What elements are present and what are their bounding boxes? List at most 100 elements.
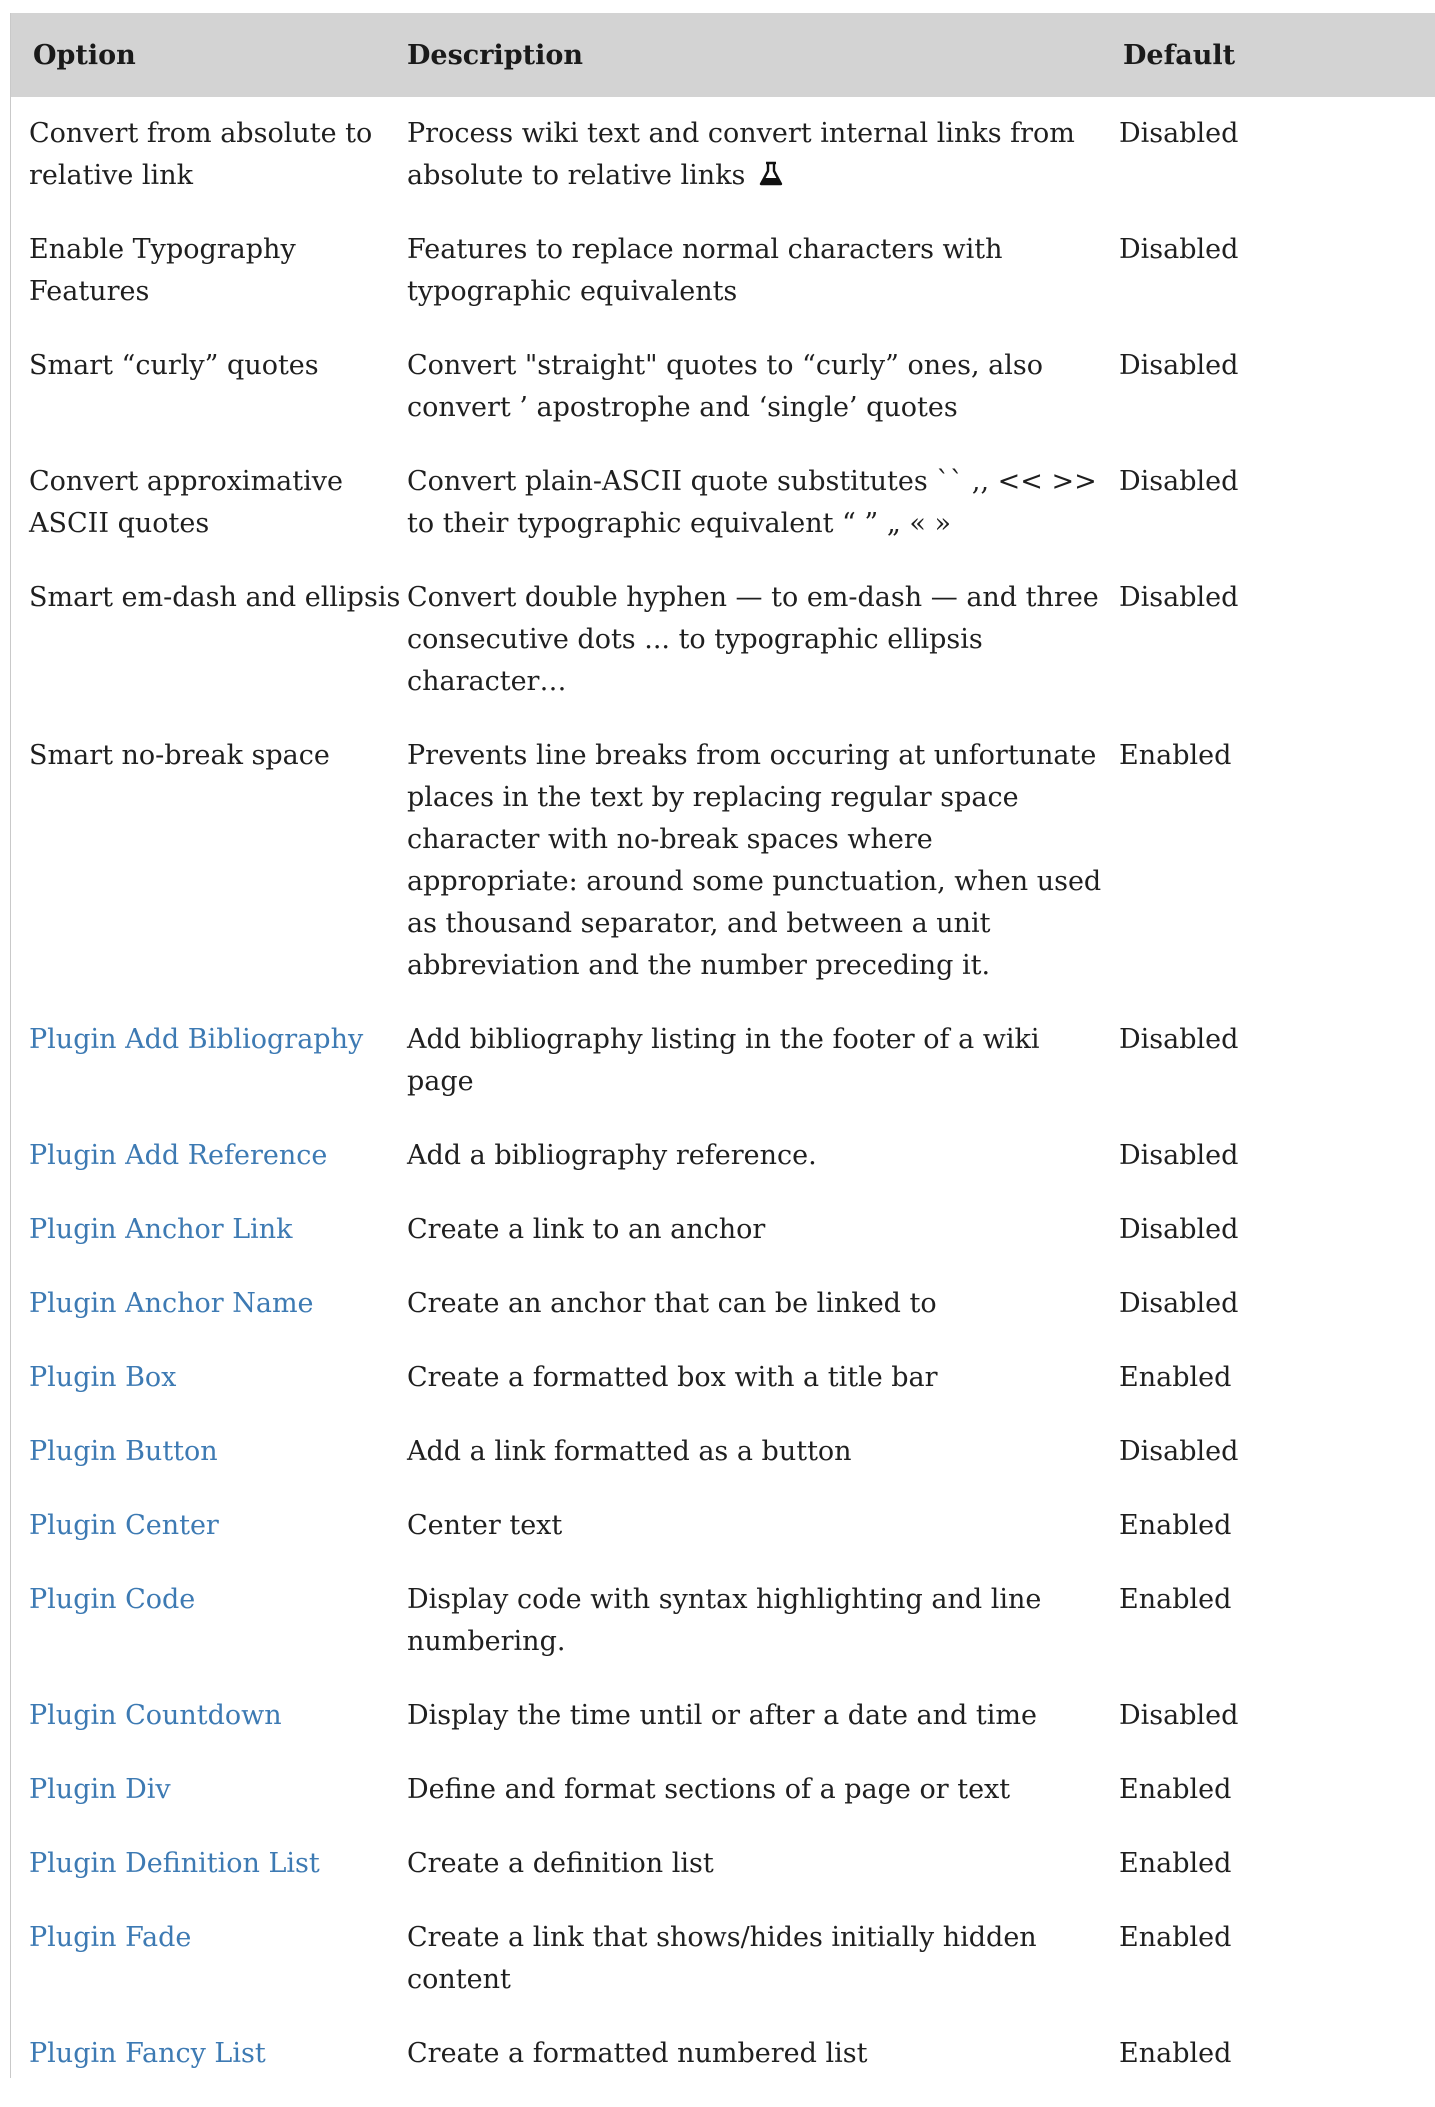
- option-description: Process wiki text and convert internal l…: [407, 118, 1075, 191]
- table-row: Plugin Add Reference Add a bibliography r…: [11, 1135, 1435, 1209]
- description-cell: Add a bibliography reference.: [407, 1135, 1119, 1209]
- table-row: Plugin Div Define and format sections of …: [11, 1769, 1435, 1843]
- default-cell: Enabled: [1119, 735, 1435, 1019]
- option-name: Enable Typography Features: [29, 234, 296, 307]
- features-table: Option Description Default Convert from …: [11, 13, 1435, 2107]
- default-cell: Disabled: [1119, 1135, 1435, 1209]
- default-cell: Enabled: [1119, 1769, 1435, 1843]
- description-cell: Create an anchor that can be linked to: [407, 1283, 1119, 1357]
- option-link[interactable]: Plugin Anchor Link: [29, 1214, 293, 1245]
- description-cell: Add a link formatted as a button: [407, 1431, 1119, 1505]
- option-cell: Plugin Add Bibliography: [11, 1019, 407, 1135]
- description-cell: Center text: [407, 1505, 1119, 1579]
- option-cell: Plugin Box: [11, 1357, 407, 1431]
- option-link[interactable]: Plugin Code: [29, 1584, 195, 1615]
- table-row: Plugin Center Center text Enabled: [11, 1505, 1435, 1579]
- option-description: Add a bibliography reference.: [407, 1140, 817, 1171]
- option-name: Convert from absolute to relative link: [29, 118, 373, 191]
- description-cell: Convert double hyphen — to em-dash — and…: [407, 577, 1119, 735]
- default-cell: Disabled: [1119, 1019, 1435, 1135]
- option-description: Create a formatted box with a title bar: [407, 1362, 938, 1393]
- table-row: Plugin Definition List Create a definitio…: [11, 1843, 1435, 1917]
- table-row: Smart “curly” quotes Convert "straight" q…: [11, 345, 1435, 461]
- default-cell: Disabled: [1119, 229, 1435, 345]
- default-value: Disabled: [1119, 234, 1239, 265]
- table-row: Plugin Fade Create a link that shows/hide…: [11, 1917, 1435, 2033]
- default-cell: Disabled: [1119, 577, 1435, 735]
- option-description: Prevents line breaks from occuring at un…: [407, 740, 1102, 981]
- option-link[interactable]: Plugin Add Reference: [29, 1140, 327, 1171]
- default-cell: Disabled: [1119, 97, 1435, 229]
- option-cell: Plugin Add Reference: [11, 1135, 407, 1209]
- description-cell: Add bibliography listing in the footer o…: [407, 1019, 1119, 1135]
- default-value: Disabled: [1119, 1700, 1239, 1731]
- default-value: Disabled: [1119, 1140, 1239, 1171]
- default-cell: Enabled: [1119, 1843, 1435, 1917]
- default-value: Disabled: [1119, 1214, 1239, 1245]
- option-cell: Plugin Definition List: [11, 1843, 407, 1917]
- default-value: Disabled: [1119, 350, 1239, 381]
- option-link[interactable]: Plugin Center: [29, 1510, 219, 1541]
- option-description: Create a definition list: [407, 1848, 714, 1879]
- option-description: Create an anchor that can be linked to: [407, 1288, 937, 1319]
- option-description: Create a formatted numbered list: [407, 2038, 868, 2069]
- description-cell: Display code with syntax highlighting an…: [407, 1579, 1119, 1695]
- option-cell: Convert from absolute to relative link: [11, 97, 407, 229]
- option-cell: Smart “curly” quotes: [11, 345, 407, 461]
- description-cell: Features to replace normal characters wi…: [407, 229, 1119, 345]
- table-row: Convert approximative ASCII quotes Conver…: [11, 461, 1435, 577]
- default-value: Disabled: [1119, 582, 1239, 613]
- default-cell: Disabled: [1119, 345, 1435, 461]
- header-option: Option: [33, 39, 136, 71]
- option-name: Smart em-dash and ellipsis: [29, 582, 401, 613]
- option-cell: Plugin Code: [11, 1579, 407, 1695]
- option-cell: Plugin Fancy List: [11, 2033, 407, 2107]
- default-cell: Disabled: [1119, 1695, 1435, 1769]
- default-value: Disabled: [1119, 1024, 1239, 1055]
- option-link[interactable]: Plugin Div: [29, 1774, 171, 1805]
- option-link[interactable]: Plugin Button: [29, 1436, 218, 1467]
- option-link[interactable]: Plugin Fancy List: [29, 2038, 266, 2069]
- option-cell: Enable Typography Features: [11, 229, 407, 345]
- table-row: Plugin Fancy List Create a formatted numb…: [11, 2033, 1435, 2107]
- default-value: Enabled: [1119, 2038, 1232, 2069]
- table-row: Plugin Code Display code with syntax high…: [11, 1579, 1435, 1695]
- table-row: Smart em-dash and ellipsis Convert double…: [11, 577, 1435, 735]
- description-cell: Convert "straight" quotes to “curly” one…: [407, 345, 1119, 461]
- description-cell: Define and format sections of a page or …: [407, 1769, 1119, 1843]
- option-cell: Convert approximative ASCII quotes: [11, 461, 407, 577]
- option-link[interactable]: Plugin Countdown: [29, 1700, 282, 1731]
- default-value: Enabled: [1119, 740, 1232, 771]
- description-cell: Display the time until or after a date a…: [407, 1695, 1119, 1769]
- default-cell: Disabled: [1119, 461, 1435, 577]
- description-cell: Create a definition list: [407, 1843, 1119, 1917]
- default-cell: Disabled: [1119, 1209, 1435, 1283]
- table-row: Plugin Box Create a formatted box with a …: [11, 1357, 1435, 1431]
- option-link[interactable]: Plugin Fade: [29, 1922, 191, 1953]
- default-value: Disabled: [1119, 1436, 1239, 1467]
- option-description: Display code with syntax highlighting an…: [407, 1584, 1042, 1657]
- table-body: Convert from absolute to relative link Pr…: [11, 97, 1435, 2107]
- table-header-row: Option Description Default: [11, 13, 1435, 97]
- description-cell: Convert plain-ASCII quote substitutes ``…: [407, 461, 1119, 577]
- option-name: Smart no-break space: [29, 740, 330, 771]
- option-description: Create a link that shows/hides initially…: [407, 1922, 1037, 1995]
- option-description: Center text: [407, 1510, 563, 1541]
- flask-icon: [758, 158, 784, 186]
- default-value: Disabled: [1119, 466, 1239, 497]
- default-cell: Enabled: [1119, 1917, 1435, 2033]
- option-link[interactable]: Plugin Anchor Name: [29, 1288, 314, 1319]
- table-row: Plugin Countdown Display the time until o…: [11, 1695, 1435, 1769]
- default-value: Enabled: [1119, 1922, 1232, 1953]
- option-description: Define and format sections of a page or …: [407, 1774, 1011, 1805]
- option-description: Create a link to an anchor: [407, 1214, 766, 1245]
- option-description: Add bibliography listing in the footer o…: [407, 1024, 1040, 1097]
- table-row: Convert from absolute to relative link Pr…: [11, 97, 1435, 229]
- default-value: Enabled: [1119, 1774, 1232, 1805]
- option-link[interactable]: Plugin Definition List: [29, 1848, 320, 1879]
- table-row: Plugin Anchor Name Create an anchor that …: [11, 1283, 1435, 1357]
- option-link[interactable]: Plugin Box: [29, 1362, 176, 1393]
- default-cell: Disabled: [1119, 1283, 1435, 1357]
- option-description: Convert double hyphen — to em-dash — and…: [407, 582, 1099, 697]
- option-link[interactable]: Plugin Add Bibliography: [29, 1024, 363, 1055]
